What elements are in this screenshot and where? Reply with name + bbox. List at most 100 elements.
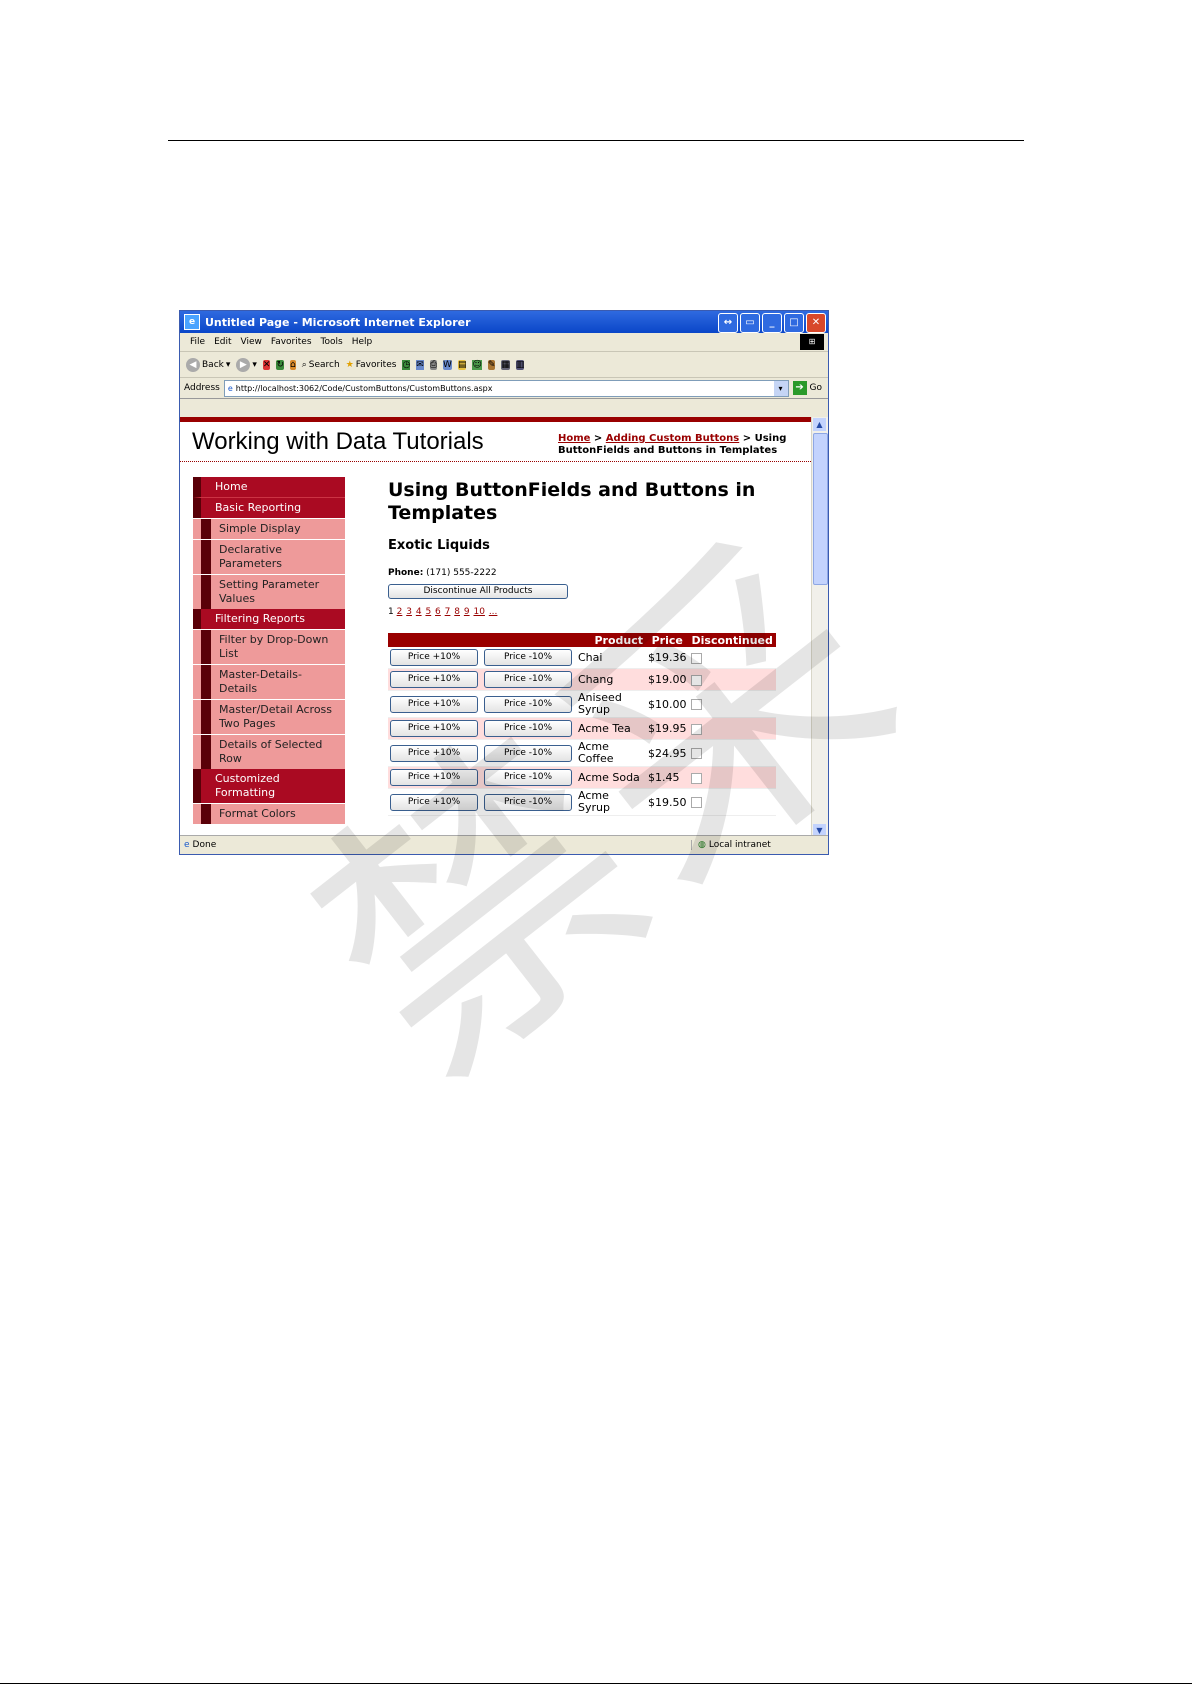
table-row: Price +10% Price -10% Aniseed Syrup $10.00 (388, 690, 776, 718)
pager-link[interactable]: 5 (425, 607, 431, 617)
refresh-icon[interactable]: ↻ (276, 359, 285, 370)
table-row: Price +10% Price -10% Acme Soda $1.45 (388, 766, 776, 789)
discontinued-cell (688, 690, 776, 718)
price-increase-button[interactable]: Price +10% (390, 744, 478, 762)
price-increase-button[interactable]: Price +10% (390, 695, 478, 713)
decrease-cell: Price -10% (482, 739, 576, 767)
decrease-cell: Price -10% (482, 788, 576, 816)
favorites-button[interactable]: ★ Favorites (346, 360, 397, 370)
stop-icon[interactable]: ✕ (262, 359, 271, 370)
restore-extra-icon[interactable]: ▭ (740, 313, 760, 333)
menu-bar: File Edit View Favorites Tools Help ⊞ (180, 333, 828, 352)
menu-item-setting-parameter-values[interactable]: Setting Parameter Values (193, 574, 345, 609)
price-increase-button[interactable]: Price +10% (390, 671, 478, 688)
messenger-icon[interactable]: ☺ (472, 359, 482, 370)
intranet-icon: ◍ (698, 840, 706, 850)
pager-link[interactable]: 7 (445, 607, 451, 617)
maximize-button[interactable]: □ (784, 313, 804, 333)
discontinue-all-products-button[interactable]: Discontinue All Products (388, 584, 568, 599)
browser-window: e Untitled Page - Microsoft Internet Exp… (179, 310, 829, 855)
menu-item-basic-reporting[interactable]: Basic Reporting (193, 497, 345, 518)
pager-link[interactable]: 9 (464, 607, 470, 617)
menu-item-filtering-reports[interactable]: Filtering Reports (193, 609, 345, 629)
mail-icon[interactable]: ✉ (416, 359, 424, 370)
chevron-down-icon[interactable]: ▾ (226, 360, 231, 370)
address-value: http://localhost:3062/Code/CustomButtons… (235, 383, 493, 393)
document-bottom-rule (0, 1683, 1192, 1684)
menu-item-customized-formatting[interactable]: Customized Formatting (193, 769, 345, 803)
menu-view[interactable]: View (241, 337, 262, 347)
go-arrow-icon: ➔ (792, 381, 807, 395)
security-zone: ◍ Local intranet (691, 840, 828, 850)
research-icon[interactable]: ✎ (487, 359, 496, 370)
pager-link[interactable]: 4 (416, 607, 422, 617)
table-row: Price +10% Price -10% Acme Coffee $24.95 (388, 739, 776, 767)
pager-link[interactable]: 10 (473, 607, 484, 617)
price-decrease-button[interactable]: Price -10% (484, 649, 572, 666)
search-button[interactable]: ⌕ Search (302, 360, 340, 370)
price-decrease-button[interactable]: Price -10% (484, 744, 572, 762)
print-icon[interactable]: ⎙ (429, 359, 438, 370)
product-name: Acme Soda (576, 766, 646, 789)
menu-file[interactable]: File (190, 337, 205, 347)
grid-header-product: Product (576, 633, 646, 647)
pager-current: 1 (388, 607, 394, 617)
price-decrease-button[interactable]: Price -10% (484, 720, 572, 737)
page-viewport: Working with Data Tutorials Home > Addin… (180, 417, 813, 838)
breadcrumb-separator: > (590, 433, 606, 444)
discontinued-checkbox (690, 652, 702, 664)
chevron-down-icon[interactable]: ▾ (252, 360, 257, 370)
toggle-view-icon[interactable]: ↔ (718, 313, 738, 333)
window-title: Untitled Page - Microsoft Internet Explo… (205, 315, 471, 329)
menu-item-home[interactable]: Home (193, 477, 345, 497)
price-decrease-button[interactable]: Price -10% (484, 695, 572, 713)
increase-cell: Price +10% (388, 717, 482, 740)
pager-link[interactable]: 3 (406, 607, 412, 617)
menu-item-master-details-details[interactable]: Master-Details-Details (193, 664, 345, 699)
menu-edit[interactable]: Edit (214, 337, 231, 347)
pager-link-more[interactable]: ... (489, 607, 498, 617)
ie-app-icon: e (184, 314, 200, 330)
table-row: Price +10% Price -10% Acme Syrup $19.50 (388, 788, 776, 816)
breadcrumb-home[interactable]: Home (558, 433, 590, 444)
product-price: $19.50 (646, 788, 689, 816)
edit-icon[interactable]: W (443, 359, 452, 370)
menu-favorites[interactable]: Favorites (271, 337, 312, 347)
pager-link[interactable]: 6 (435, 607, 441, 617)
pager-link[interactable]: 8 (454, 607, 460, 617)
menu-item-format-colors[interactable]: Format Colors (193, 803, 345, 824)
address-input[interactable]: e http://localhost:3062/Code/CustomButto… (223, 379, 789, 397)
forward-button[interactable]: ▶ ▾ (236, 357, 257, 372)
back-button[interactable]: ◀ Back ▾ (186, 357, 231, 372)
discuss-icon[interactable]: ▤ (457, 359, 467, 370)
grid-icon[interactable]: ▥ (515, 359, 525, 370)
price-increase-button[interactable]: Price +10% (390, 649, 478, 666)
tools-icon[interactable]: ▦ (501, 359, 510, 370)
go-button[interactable]: ➔ Go (792, 381, 822, 395)
forward-arrow-icon: ▶ (236, 357, 251, 372)
menu-item-master-detail-across-two-pages[interactable]: Master/Detail Across Two Pages (193, 699, 345, 734)
breadcrumb-adding-custom-buttons[interactable]: Adding Custom Buttons (606, 433, 739, 444)
menu-tools[interactable]: Tools (321, 337, 343, 347)
scroll-up-icon[interactable]: ▲ (813, 418, 826, 431)
pager-link[interactable]: 2 (397, 607, 403, 617)
menu-item-declarative-parameters[interactable]: Declarative Parameters (193, 539, 345, 574)
price-decrease-button[interactable]: Price -10% (484, 793, 572, 811)
menu-help[interactable]: Help (352, 337, 373, 347)
price-increase-button[interactable]: Price +10% (390, 769, 478, 786)
history-icon[interactable]: ◷ (402, 359, 411, 370)
price-increase-button[interactable]: Price +10% (390, 720, 478, 737)
price-increase-button[interactable]: Price +10% (390, 793, 478, 811)
menu-item-details-of-selected-row[interactable]: Details of Selected Row (193, 734, 345, 769)
menu-item-simple-display[interactable]: Simple Display (193, 518, 345, 539)
scroll-thumb[interactable] (813, 433, 828, 585)
chevron-down-icon[interactable]: ▾ (773, 380, 788, 396)
price-decrease-button[interactable]: Price -10% (484, 671, 572, 688)
minimize-button[interactable]: _ (762, 313, 782, 333)
product-name: Acme Syrup (576, 788, 646, 816)
menu-item-filter-by-drop-down-list[interactable]: Filter by Drop-Down List (193, 629, 345, 664)
home-icon[interactable]: ⌂ (290, 359, 296, 370)
price-decrease-button[interactable]: Price -10% (484, 769, 572, 786)
vertical-scrollbar[interactable]: ▲ ▼ (811, 417, 828, 838)
close-button[interactable]: ✕ (806, 313, 826, 333)
